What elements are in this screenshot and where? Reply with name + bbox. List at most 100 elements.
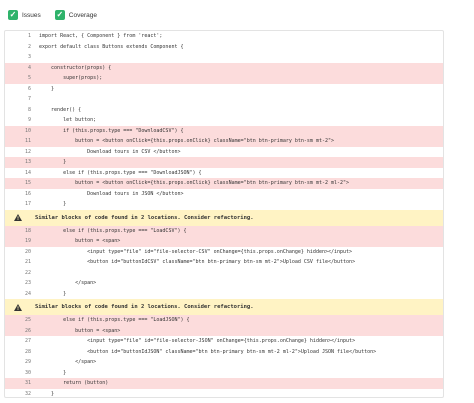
code-line: 12 Download tours in CSV </button> <box>5 147 443 158</box>
line-code: Download tours in JSON </button> <box>39 190 184 197</box>
duplication-warning: Similar blocks of code found in 2 locati… <box>5 209 443 226</box>
line-code: Download tours in CSV </button> <box>39 148 181 155</box>
code-line: 19 button = <span> <box>5 236 443 247</box>
line-code: if (this.props.type === "DownloadCSV") { <box>39 127 184 134</box>
line-number: 8 <box>27 106 31 113</box>
line-number: 12 <box>24 148 31 155</box>
line-number: 21 <box>24 259 31 266</box>
code-line: 24 } <box>5 289 443 300</box>
line-number: 31 <box>24 380 31 387</box>
duplication-warning: Similar blocks of code found in 2 locati… <box>5 299 443 315</box>
line-number: 28 <box>24 348 31 355</box>
line-number: 32 <box>24 390 31 397</box>
line-code: button = <span> <box>39 238 121 245</box>
line-code: else if (this.props.type === "DownloadJS… <box>39 169 202 176</box>
line-number: 2 <box>27 43 31 50</box>
line-number: 16 <box>24 190 31 197</box>
line-number: 23 <box>24 280 31 287</box>
code-line: 17 } <box>5 199 443 210</box>
line-number: 19 <box>24 238 31 245</box>
line-code: } <box>39 85 55 92</box>
line-code: } <box>39 369 67 376</box>
code-line: 31 return (button) <box>5 378 443 389</box>
line-code: return (button) <box>39 380 109 387</box>
line-number: 29 <box>24 359 31 366</box>
line-code: </span> <box>39 359 97 366</box>
line-number: 15 <box>24 180 31 187</box>
line-number: 22 <box>24 269 31 276</box>
line-code: button = <span> <box>39 327 121 334</box>
line-code: button = <button onClick={this.props.onC… <box>39 180 350 187</box>
code-block-3: 25 else if (this.props.type === "LoadJSO… <box>5 315 443 398</box>
code-line: 5 super(props); <box>5 73 443 84</box>
issues-checkbox[interactable]: ✓ Issues <box>8 10 41 20</box>
code-line: 4 constructor(props) { <box>5 62 443 73</box>
line-code: else if (this.props.type === "LoadCSV") … <box>39 227 187 234</box>
line-code: import React, { Component } from 'react'… <box>39 33 163 40</box>
code-line: 8 render() { <box>5 105 443 116</box>
issues-label: Issues <box>22 11 41 19</box>
line-code: } <box>39 159 67 166</box>
line-number: 26 <box>24 327 31 334</box>
code-line: 13 } <box>5 157 443 168</box>
line-number: 13 <box>24 159 31 166</box>
line-number: 20 <box>24 248 31 255</box>
line-code: } <box>39 390 55 397</box>
coverage-label: Coverage <box>68 11 97 19</box>
line-number: 18 <box>24 227 31 234</box>
code-line: 25 else if (this.props.type === "LoadJSO… <box>5 315 443 326</box>
line-number: 3 <box>27 54 31 61</box>
line-code: <button id="buttonIdCSV" className="btn … <box>39 259 356 266</box>
warning-icon <box>5 303 31 311</box>
line-code: } <box>39 290 67 297</box>
code-line: 16 Download tours in JSON </button> <box>5 189 443 200</box>
line-number: 6 <box>27 85 31 92</box>
code-line: 11 button = <button onClick={this.props.… <box>5 136 443 147</box>
code-line: 18 else if (this.props.type === "LoadCSV… <box>5 225 443 236</box>
code-line: 20 <input type="file" id="file-selector-… <box>5 247 443 258</box>
line-number: 5 <box>27 75 31 82</box>
code-line: 32 } <box>5 389 443 398</box>
line-code: } <box>39 201 67 208</box>
line-number: 30 <box>24 369 31 376</box>
warning-text: Similar blocks of code found in 2 locati… <box>35 304 254 310</box>
code-block-2: 18 else if (this.props.type === "LoadCSV… <box>5 225 443 300</box>
code-line: 7 <box>5 94 443 105</box>
code-line: 6 } <box>5 84 443 95</box>
line-number: 14 <box>24 169 31 176</box>
checkmark-icon: ✓ <box>54 10 65 20</box>
code-line: 27 <input type="file" id="file-selector-… <box>5 336 443 347</box>
line-code: <input type="file" id="file-selector-CSV… <box>39 248 353 255</box>
code-line: 23 </span> <box>5 278 443 289</box>
line-code: button = <button onClick={this.props.onC… <box>39 138 335 145</box>
code-line: 29 </span> <box>5 357 443 368</box>
line-number: 10 <box>24 127 31 134</box>
checkmark-icon: ✓ <box>8 10 18 20</box>
line-code: export default class Buttons extends Com… <box>39 43 184 50</box>
code-line: 10 if (this.props.type === "DownloadCSV"… <box>5 125 443 136</box>
line-number: 25 <box>24 317 31 324</box>
line-number: 1 <box>27 33 31 40</box>
code-line: 3 <box>5 52 443 63</box>
code-line: 30 } <box>5 368 443 379</box>
line-number: 9 <box>27 117 31 124</box>
code-line: 21 <button id="buttonIdCSV" className="b… <box>5 257 443 268</box>
line-code: <input type="file" id="file-selector-JSO… <box>39 338 356 345</box>
line-code: constructor(props) { <box>39 64 112 71</box>
line-number: 4 <box>27 64 31 71</box>
code-line: 26 button = <span> <box>5 325 443 336</box>
line-number: 27 <box>24 338 31 345</box>
line-number: 24 <box>24 290 31 297</box>
code-line: 28 <button id="buttonIdJSON" className="… <box>5 347 443 358</box>
line-code: <button id="buttonIdJSON" className="btn… <box>39 348 377 355</box>
code-line: 2 export default class Buttons extends Co… <box>5 42 443 53</box>
coverage-checkbox[interactable]: ✓ Coverage <box>54 10 97 20</box>
line-code: else if (this.props.type === "LoadJSON")… <box>39 317 190 324</box>
warning-text: Similar blocks of code found in 2 locati… <box>35 214 254 221</box>
line-code: super(props); <box>39 75 103 82</box>
line-code: </span> <box>39 280 97 287</box>
toolbar: ✓ Issues ✓ Coverage <box>0 0 474 30</box>
line-code: let button; <box>39 117 97 124</box>
line-number: 11 <box>24 138 31 145</box>
line-number: 7 <box>27 96 31 103</box>
